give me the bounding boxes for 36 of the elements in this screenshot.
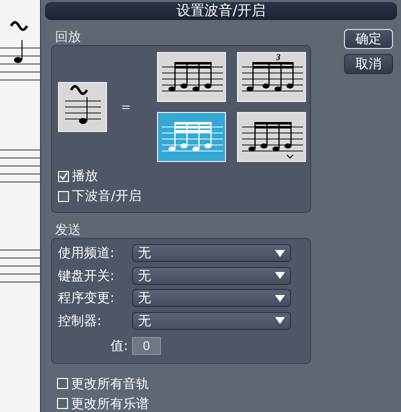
dropdown-arrow-icon xyxy=(275,294,285,302)
value-field[interactable]: 0 xyxy=(132,337,161,356)
field-label: 程序变更: xyxy=(58,290,116,308)
dropdown[interactable]: 无 xyxy=(132,244,291,262)
window-title: 设置波音/开启 xyxy=(45,2,397,20)
playback-option[interactable]: 3 xyxy=(237,52,306,102)
field-label: 使用频道: xyxy=(58,245,116,262)
checkbox[interactable]: 更改所有乐谱 xyxy=(57,394,311,412)
section-title: 发送 xyxy=(55,222,82,237)
dropdown-arrow-icon xyxy=(275,317,285,324)
dropdown-arrow-icon xyxy=(275,250,285,257)
checkbox[interactable]: 播放 xyxy=(58,166,304,186)
dropdown[interactable]: 无 xyxy=(132,266,291,285)
field-label: 键盘开关: xyxy=(58,268,116,285)
playback-option[interactable] xyxy=(157,52,226,102)
dialog-button[interactable]: 确定 xyxy=(344,29,393,49)
checkbox-box[interactable] xyxy=(57,378,68,389)
section-title: 回放 xyxy=(55,29,82,44)
equals-sign: = xyxy=(121,100,132,114)
dropdown-arrow-icon xyxy=(275,272,285,280)
dialog-button[interactable]: 取消 xyxy=(344,54,393,74)
checkbox-label: 更改所有乐谱 xyxy=(71,396,149,412)
playback-option[interactable] xyxy=(237,112,306,162)
checkbox-box[interactable] xyxy=(58,190,69,202)
checkbox-box[interactable] xyxy=(57,398,68,409)
field-label: 值: xyxy=(110,338,129,356)
dropdown[interactable]: 无 xyxy=(132,312,291,330)
checkbox-label: 更改所有音轨 xyxy=(71,376,149,392)
trill-note-card xyxy=(58,82,107,132)
checkbox-label: 下波音/开启 xyxy=(72,188,142,205)
field-label: 控制器: xyxy=(58,312,102,330)
checkbox[interactable]: 更改所有音轨 xyxy=(57,374,311,394)
dropdown[interactable]: 无 xyxy=(132,289,291,308)
checkbox-box[interactable] xyxy=(58,170,69,182)
checkbox-label: 播放 xyxy=(72,168,98,185)
checkbox[interactable]: 下波音/开启 xyxy=(58,186,304,206)
